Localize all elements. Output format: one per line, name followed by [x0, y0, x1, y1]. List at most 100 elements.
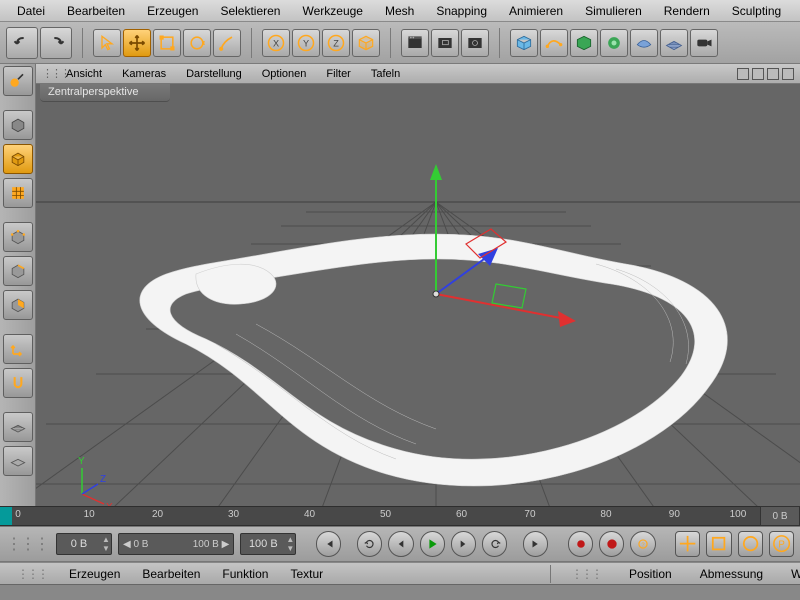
primitive-cube-button[interactable]: [510, 29, 538, 57]
current-frame-input[interactable]: [57, 537, 101, 551]
vpmenu-tafeln[interactable]: Tafeln: [361, 66, 410, 82]
snap-button[interactable]: [3, 368, 33, 398]
environment-button[interactable]: [630, 29, 658, 57]
autokey-button[interactable]: [599, 531, 624, 557]
go-to-end-button[interactable]: [523, 531, 548, 557]
rotate-tool-button[interactable]: [183, 29, 211, 57]
scale-tool-button[interactable]: [153, 29, 181, 57]
menu-selektieren[interactable]: Selektieren: [209, 2, 291, 20]
key-position-button[interactable]: [675, 531, 700, 557]
move-tool-button[interactable]: [123, 29, 151, 57]
key-parameter-button[interactable]: P: [769, 531, 794, 557]
viewport-nav-zoom-icon[interactable]: [752, 68, 764, 80]
viewport-3d[interactable]: Zentralperspektive: [36, 84, 800, 506]
menu-bearbeiten[interactable]: Bearbeiten: [56, 2, 136, 20]
render-region-button[interactable]: [431, 29, 459, 57]
stepper-icon[interactable]: ▲▼: [285, 535, 295, 553]
panel-grip-icon[interactable]: ⋮⋮⋮: [6, 565, 58, 583]
record-button[interactable]: [568, 531, 593, 557]
floor-button[interactable]: [660, 29, 688, 57]
viewport-nav-move-icon[interactable]: [737, 68, 749, 80]
menu-simulieren[interactable]: Simulieren: [574, 2, 653, 20]
panel-grip-icon[interactable]: ⋮⋮⋮: [6, 534, 50, 554]
axis-z-button[interactable]: Z: [322, 29, 350, 57]
key-rotation-button[interactable]: [738, 531, 763, 557]
transport-bar: ⋮⋮⋮ ▲▼ ◀ 0 B 100 B ▶ ▲▼ ? P: [0, 526, 800, 562]
go-to-start-button[interactable]: [316, 531, 341, 557]
select-tool-button[interactable]: [93, 29, 121, 57]
tab-winkel[interactable]: Winkel: [777, 565, 800, 583]
timeline-ruler[interactable]: 0 10 20 30 40 50 60 70 80 90 100 0 B: [0, 506, 800, 526]
viewport-nav-rotate-icon[interactable]: [767, 68, 779, 80]
model-mode-button[interactable]: [3, 110, 33, 140]
menu-mesh[interactable]: Mesh: [374, 2, 425, 20]
svg-text:X: X: [273, 38, 279, 48]
viewport-layout-icon[interactable]: [782, 68, 794, 80]
menu-erzeugen[interactable]: Erzeugen: [136, 2, 209, 20]
camera-button[interactable]: [690, 29, 718, 57]
end-frame-input[interactable]: [241, 537, 285, 551]
render-settings-button[interactable]: [461, 29, 489, 57]
menu-rendern[interactable]: Rendern: [653, 2, 721, 20]
workplane-button[interactable]: [3, 412, 33, 442]
vpmenu-optionen[interactable]: Optionen: [252, 66, 317, 82]
generator-button[interactable]: [570, 29, 598, 57]
tab-abmessung[interactable]: Abmessung: [686, 565, 777, 583]
vpmenu-darstellung[interactable]: Darstellung: [176, 66, 252, 82]
prev-frame-button[interactable]: [388, 531, 413, 557]
vpmenu-kameras[interactable]: Kameras: [112, 66, 176, 82]
vpmenu-ansicht[interactable]: Ansicht: [56, 66, 112, 82]
bottom-panels-bar: ⋮⋮⋮ Erzeugen Bearbeiten Funktion Textur …: [0, 562, 800, 584]
timeline-tick: 30: [228, 509, 239, 520]
timeline-playhead[interactable]: [0, 507, 12, 525]
menu-mograph[interactable]: MoGraph: [792, 2, 800, 20]
deformer-button[interactable]: [600, 29, 628, 57]
menu-datei[interactable]: Datei: [6, 2, 56, 20]
axis-tool-button[interactable]: [3, 334, 33, 364]
timeline-tick: 80: [600, 509, 611, 520]
workplane-lock-button[interactable]: [3, 446, 33, 476]
range-start-label: ◀ 0 B: [123, 539, 148, 550]
timeline-tick: 20: [152, 509, 163, 520]
panel-grip-icon[interactable]: ⋮⋮⋮: [557, 565, 615, 583]
key-scale-button[interactable]: [706, 531, 731, 557]
undo-button[interactable]: [6, 27, 38, 59]
axis-x-button[interactable]: X: [262, 29, 290, 57]
end-frame-field[interactable]: ▲▼: [240, 533, 296, 555]
loop-forward-button[interactable]: [482, 531, 507, 557]
menu-sculpting[interactable]: Sculpting: [721, 2, 792, 20]
tab-erzeugen[interactable]: Erzeugen: [58, 565, 131, 583]
menu-animieren[interactable]: Animieren: [498, 2, 574, 20]
redo-button[interactable]: [40, 27, 72, 59]
point-mode-button[interactable]: [3, 222, 33, 252]
spline-button[interactable]: [540, 29, 568, 57]
svg-text:Z: Z: [100, 474, 106, 485]
menu-snapping[interactable]: Snapping: [425, 2, 498, 20]
object-mode-button[interactable]: [3, 144, 33, 174]
vpmenu-filter[interactable]: Filter: [316, 66, 360, 82]
texture-mode-button[interactable]: [3, 178, 33, 208]
range-slider[interactable]: ◀ 0 B 100 B ▶: [118, 533, 234, 555]
timeline-tick: 60: [456, 509, 467, 520]
render-view-button[interactable]: [401, 29, 429, 57]
coord-system-button[interactable]: [352, 29, 380, 57]
current-frame-field[interactable]: ▲▼: [56, 533, 112, 555]
axis-y-button[interactable]: Y: [292, 29, 320, 57]
timeline-tick: 70: [524, 509, 535, 520]
timeline-track[interactable]: 0 10 20 30 40 50 60 70 80 90 100: [0, 506, 760, 526]
brush-tool-button[interactable]: [213, 29, 241, 57]
edge-mode-button[interactable]: [3, 256, 33, 286]
tab-textur[interactable]: Textur: [279, 565, 334, 583]
tab-position[interactable]: Position: [615, 565, 686, 583]
make-editable-button[interactable]: [3, 66, 33, 96]
tab-bearbeiten[interactable]: Bearbeiten: [131, 565, 211, 583]
panel-grip-icon[interactable]: ⋮⋮⋮: [42, 67, 56, 80]
tab-funktion[interactable]: Funktion: [211, 565, 279, 583]
keyframe-options-button[interactable]: ?: [630, 531, 655, 557]
polygon-mode-button[interactable]: [3, 290, 33, 320]
stepper-icon[interactable]: ▲▼: [101, 535, 111, 553]
loop-button[interactable]: [357, 531, 382, 557]
play-button[interactable]: [420, 531, 445, 557]
next-frame-button[interactable]: [451, 531, 476, 557]
menu-werkzeuge[interactable]: Werkzeuge: [291, 2, 373, 20]
